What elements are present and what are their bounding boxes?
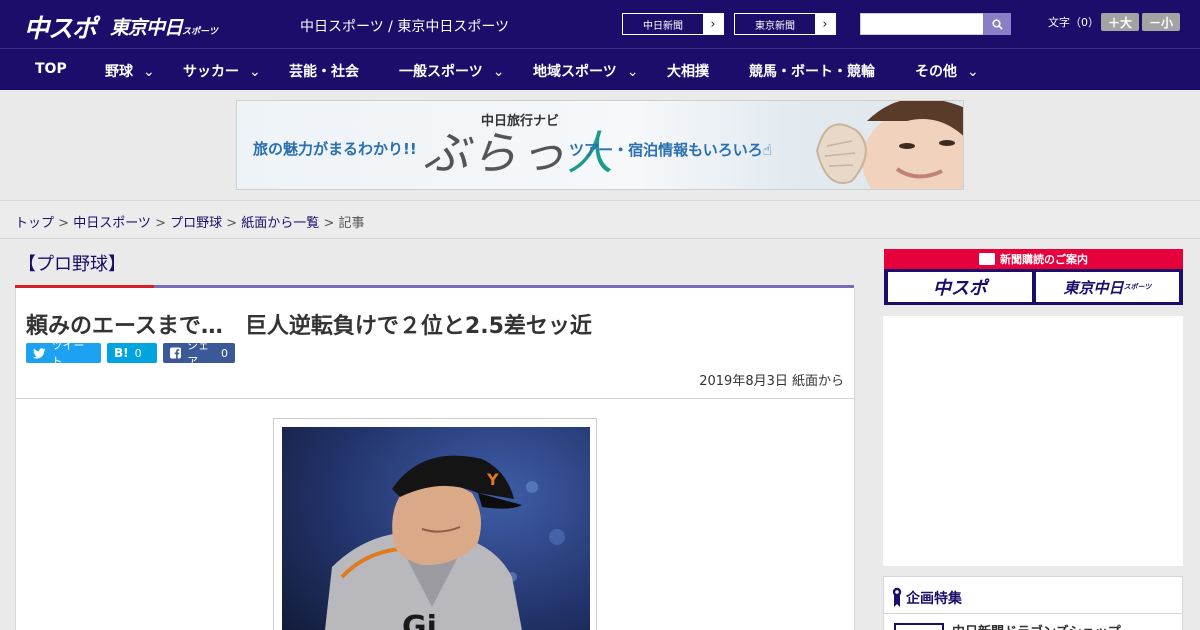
chuspo-logo[interactable]: 中スポ <box>24 9 97 45</box>
breadcrumb-separator: > <box>222 216 242 231</box>
tweet-label: ツイート <box>51 339 85 368</box>
nav-label: 芸能・社会 <box>289 64 359 80</box>
font-size-label: 文字（0） <box>1048 16 1099 29</box>
breadcrumb-item-top[interactable]: トップ <box>15 216 54 231</box>
breadcrumb-bar: トップ > 中日スポーツ > プロ野球 > 紙面から一覧 > 記事 <box>0 200 1200 239</box>
subscription-title: 新聞購読のご案内 <box>884 249 1183 269</box>
nav-item-other[interactable]: その他 ⌄ <box>915 61 979 81</box>
chunichi-shimbun-link[interactable]: 中日新聞 › <box>622 13 724 35</box>
article-date: 2019年8月3日 紙面から <box>699 374 844 389</box>
breadcrumb-item-pro-baseball[interactable]: プロ野球 <box>170 216 222 231</box>
breadcrumb-item-chunichi-sports[interactable]: 中日スポーツ <box>73 216 151 231</box>
subscribe-tokyo-link[interactable]: 東京中日 スポーツ <box>1036 272 1179 302</box>
article-photo-frame: Y Gi <box>273 418 597 630</box>
nav-label: TOP <box>35 61 67 77</box>
font-smaller-button[interactable]: －小 <box>1142 13 1180 31</box>
sidebar-ad-slot <box>883 316 1183 566</box>
nav-label: 野球 <box>105 64 133 80</box>
search-icon <box>991 18 1003 30</box>
article-photo[interactable]: Y Gi <box>282 427 590 630</box>
ribbon-icon <box>892 587 902 607</box>
breadcrumb-separator: > <box>319 216 339 231</box>
nav-label: サッカー <box>183 64 239 80</box>
nav-item-top[interactable]: TOP <box>35 61 67 77</box>
tokyo-logo-small: スポーツ <box>182 27 218 37</box>
main-nav: TOP 野球 ⌄ サッカー ⌄ 芸能・社会 一般スポーツ ⌄ 地域スポーツ ⌄ 大相撲 … <box>0 48 1200 90</box>
chevron-down-icon: ⌄ <box>626 64 639 80</box>
nav-label: 地域スポーツ <box>533 64 617 80</box>
nav-item-soccer[interactable]: サッカー ⌄ <box>183 61 261 81</box>
site-title: 中日スポーツ / 東京中日スポーツ <box>300 19 510 35</box>
subscribe-tokyo-text: 東京中日 <box>1063 278 1124 297</box>
nav-item-general-sports[interactable]: 一般スポーツ ⌄ <box>399 61 504 81</box>
subscription-banner[interactable]: 新聞購読のご案内 中スポ 東京中日 スポーツ <box>884 249 1183 305</box>
facebook-share-button[interactable]: シェア 0 <box>163 339 235 368</box>
article-card: 頼みのエースまで… 巨人逆転負けで２位と2.5差セッ近 ツイート B! 0 シェ… <box>15 288 855 630</box>
svg-text:Y: Y <box>486 470 499 489</box>
top-header: 中スポ 東京中日スポーツ 中日スポーツ / 東京中日スポーツ 中日新聞 › 東京… <box>0 0 1200 48</box>
search-input[interactable] <box>860 13 984 35</box>
ad-area: 旅の魅力がまるわかり!! ぶらっ人 中日旅行ナビ ツアー・宿泊情報もいろいろ☝ <box>0 90 1200 200</box>
hatena-count: 0 <box>134 346 142 360</box>
feature-heading: 企画特集 <box>892 587 962 608</box>
search-button[interactable] <box>983 13 1011 35</box>
breadcrumb-separator: > <box>150 216 171 231</box>
ad-brand-part1: ぶらっ <box>423 126 567 180</box>
nav-label: 一般スポーツ <box>399 64 483 80</box>
article-headline: 頼みのエースまで… 巨人逆転負けで２位と2.5差セッ近 <box>26 314 592 339</box>
breadcrumb-separator: > <box>54 216 74 231</box>
svg-text:Gi: Gi <box>402 610 437 630</box>
chevron-down-icon: ⌄ <box>143 64 155 80</box>
feature-item-link[interactable]: 中日新聞ドラゴンズショップ <box>952 621 1121 630</box>
breadcrumb-item-paper-list[interactable]: 紙面から一覧 <box>241 216 319 231</box>
chevron-right-icon: › <box>815 14 835 34</box>
nav-label: 大相撲 <box>667 64 709 80</box>
subscribe-chuspo-link[interactable]: 中スポ <box>888 272 1032 302</box>
nav-item-regional-sports[interactable]: 地域スポーツ ⌄ <box>533 61 638 81</box>
divider <box>16 398 854 399</box>
tweet-button[interactable]: ツイート <box>26 339 101 368</box>
section-heading: 【プロ野球】 <box>18 254 126 275</box>
chevron-down-icon: ⌄ <box>492 64 505 80</box>
chevron-down-icon: ⌄ <box>967 64 979 80</box>
chevron-down-icon: ⌄ <box>249 64 261 80</box>
subscribe-tokyo-small: スポーツ <box>1123 283 1152 291</box>
facebook-icon <box>170 347 182 359</box>
breadcrumb-current: 記事 <box>338 216 365 231</box>
nav-item-sumo[interactable]: 大相撲 <box>667 61 709 81</box>
nav-label: その他 <box>915 64 957 80</box>
ad-left-text: 旅の魅力がまるわかり!! <box>253 140 417 158</box>
tokyo-shimbun-link[interactable]: 東京新聞 › <box>734 13 836 35</box>
divider <box>884 613 1182 614</box>
dragons-shop-thumbnail[interactable] <box>894 623 944 630</box>
travel-ad-banner[interactable]: 旅の魅力がまるわかり!! ぶらっ人 中日旅行ナビ ツアー・宿泊情報もいろいろ☝ <box>236 100 964 190</box>
nav-item-racing[interactable]: 競馬・ボート・競輪 <box>749 61 875 81</box>
tokyo-chunichi-sports-logo[interactable]: 東京中日スポーツ <box>110 13 218 40</box>
feature-box: 企画特集 中日新聞ドラゴンズショップ <box>883 576 1183 630</box>
ad-woman-photo <box>815 101 963 189</box>
hatena-icon: B! <box>114 346 129 360</box>
feature-heading-text: 企画特集 <box>906 591 962 607</box>
ad-brand-small: 中日旅行ナビ <box>481 114 560 129</box>
chevron-right-icon: › <box>703 14 723 34</box>
breadcrumb: トップ > 中日スポーツ > プロ野球 > 紙面から一覧 > 記事 <box>15 212 365 231</box>
ad-right-text: ツアー・宿泊情報もいろいろ☝ <box>569 141 772 159</box>
pitcher-photo: Y Gi <box>282 427 590 630</box>
hatena-bookmark-button[interactable]: B! 0 <box>107 343 157 363</box>
nav-item-entertainment[interactable]: 芸能・社会 <box>289 61 359 81</box>
font-bigger-button[interactable]: ＋大 <box>1101 13 1139 31</box>
ext-link-label: 東京新聞 <box>755 20 795 32</box>
newspaper-icon <box>979 253 995 265</box>
facebook-share-label: シェア <box>187 339 210 368</box>
tokyo-logo-text: 東京中日 <box>110 17 183 39</box>
twitter-icon <box>33 347 46 359</box>
facebook-share-count: 0 <box>221 346 228 360</box>
nav-label: 競馬・ボート・競輪 <box>749 64 875 80</box>
subscription-title-text: 新聞購読のご案内 <box>1000 253 1088 266</box>
ext-link-label: 中日新聞 <box>643 20 683 32</box>
nav-item-baseball[interactable]: 野球 ⌄ <box>105 61 155 81</box>
